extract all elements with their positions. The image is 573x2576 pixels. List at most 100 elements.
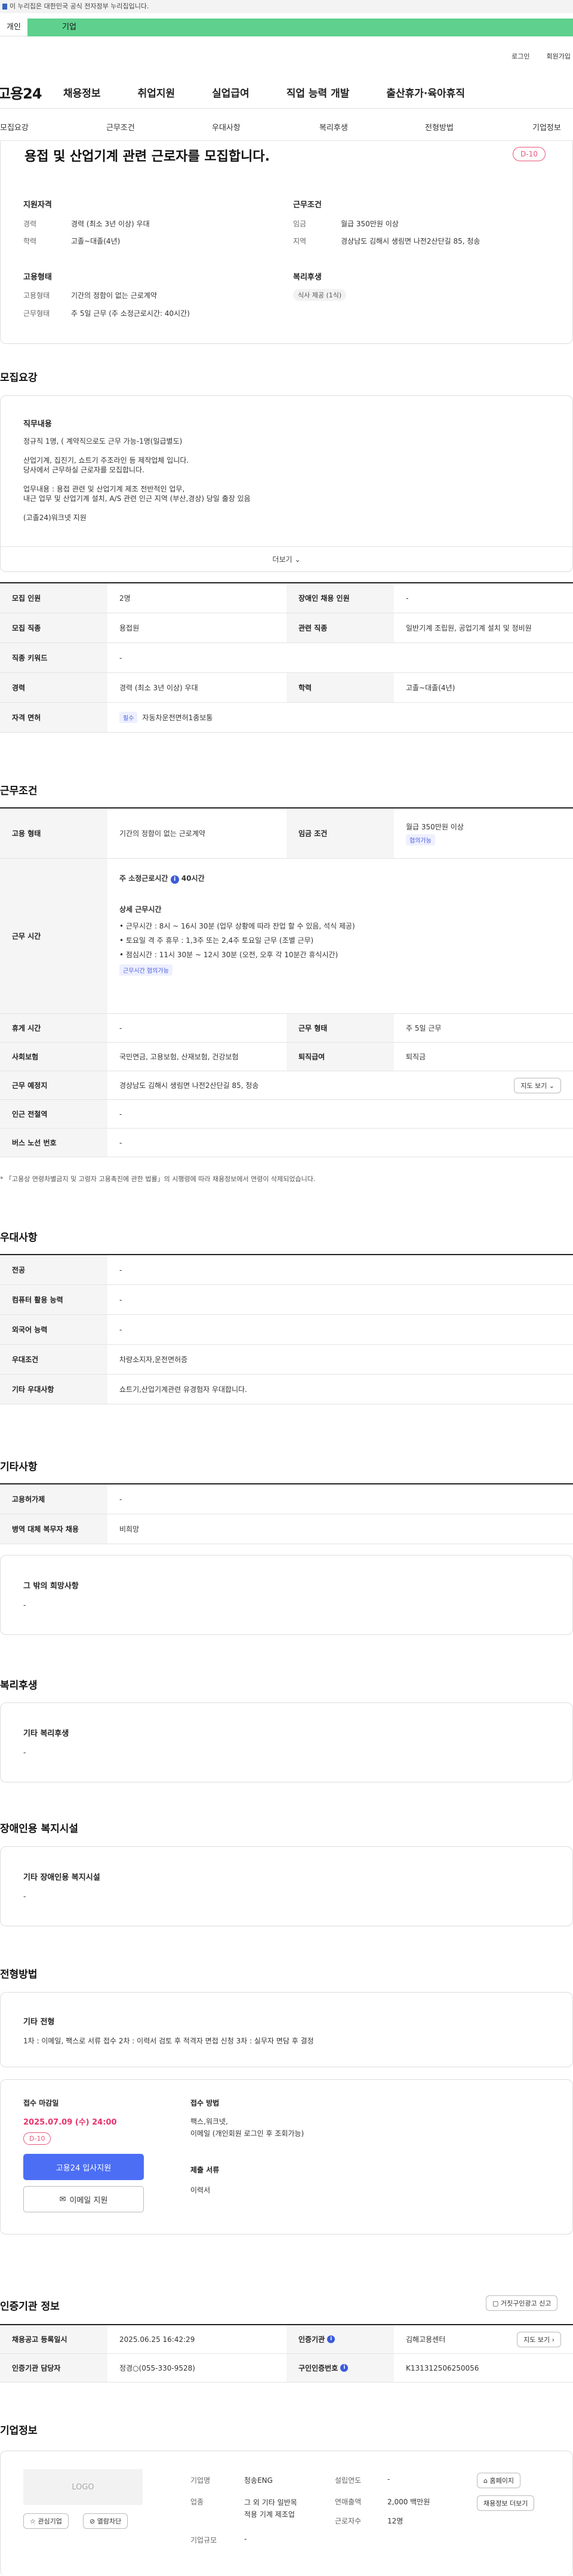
table-header-cell: 버스 노선 번호: [0, 1129, 107, 1157]
welfare-title: 복리후생: [293, 273, 322, 282]
global-nav: 고용24 채용정보 취업지원 실업급여 직업 능력 개발 출산휴가·육아휴직: [0, 76, 573, 109]
favorite-company-button[interactable]: ☆ 관심기업: [23, 2513, 69, 2529]
signup-link[interactable]: 회원가입: [547, 51, 571, 61]
company-name: 청송ENG: [244, 2476, 273, 2485]
recruit-table: 모집 인원 2명 장애인 채용 인원 - 모집 직종 용접원 관련 직종 일반기계 조립원,…: [0, 582, 573, 733]
table-row: 근무 예정지 경상남도 김해시 생림면 나전2산단길 85, 청송 지도 보기 ⌄: [0, 1071, 573, 1100]
table-header-cell: 인증기관 담당자: [0, 2354, 107, 2382]
subnav-pref[interactable]: 우대사항: [212, 121, 241, 133]
table-header-cell: 병역 대체 복무자 채용: [0, 1514, 107, 1544]
wage-label: 임금: [293, 220, 307, 228]
table-cell: 퇴직금: [406, 1053, 426, 1061]
employees-label: 근로자수: [335, 2517, 362, 2525]
table-header-cell: 채용공고 등록일시: [0, 2325, 107, 2353]
gnb-training[interactable]: 직업 능력 개발: [286, 85, 350, 100]
industry-value: 그 외 기타 일반목 적용 기계 제조업: [244, 2498, 297, 2519]
wage-value: 월급 350만원 이상: [406, 822, 464, 831]
pref-table: 전공 - 컴퓨터 활용 능력 - 외국어 능력 - 우대조건 차량소지자,운전면허증 기…: [0, 1254, 573, 1404]
subnav-company[interactable]: 기업정보: [532, 121, 561, 133]
gnb-leave[interactable]: 출산휴가·육아휴직: [386, 85, 465, 100]
more-jobs-button[interactable]: 채용정보 더보기: [477, 2495, 535, 2511]
emp-title: 고용형태: [23, 273, 52, 282]
homepage-button[interactable]: ⌂ 홈페이지: [477, 2473, 520, 2488]
table-row: 인근 전철역 -: [0, 1100, 573, 1129]
map-button[interactable]: 지도 보기 ⌄: [514, 1077, 561, 1093]
table-cell: K131312506250056: [406, 2363, 479, 2372]
company-name-label: 기업명: [190, 2476, 211, 2485]
gnb-unemployment[interactable]: 실업급여: [212, 85, 249, 100]
report-button[interactable]: ▢ 거짓구인광고 신고: [486, 2295, 558, 2311]
subnav-recruit[interactable]: 모집요강: [0, 121, 29, 133]
email-apply-button[interactable]: ✉ 이메일 지원: [23, 2186, 144, 2212]
info-icon[interactable]: i: [170, 875, 179, 884]
table-cell: -: [119, 1325, 122, 1334]
wage-value: 월급 350만원 이상: [341, 220, 399, 228]
table-cell: -: [119, 1295, 122, 1304]
login-link[interactable]: 로그인: [512, 51, 529, 61]
table-header-cell: 기타 우대사항: [0, 1375, 107, 1404]
dday-badge: D-10: [513, 147, 546, 161]
gnb-support[interactable]: 취업지원: [138, 85, 175, 100]
table-header-cell: 퇴직급여: [286, 1043, 394, 1071]
year-label: 설립연도: [335, 2476, 362, 2485]
block-company-button[interactable]: ⊘ 열람차단: [83, 2513, 128, 2529]
table-row: 우대조건 차량소지자,운전면허증: [0, 1345, 573, 1375]
apply-card: 접수 마감일 2025.07.09 (수) 24:00 D-10 고용24 입사…: [0, 2079, 573, 2234]
table-cell: 기간의 정함이 없는 근로계약: [119, 829, 205, 838]
apply-button[interactable]: 고용24 입사지원: [23, 2154, 144, 2180]
duty-line: 업무내용 : 용접 관련 및 산업기계 제조 전반적인 업무,: [23, 485, 185, 493]
etc-box: 그 밖의 희망사항 -: [0, 1555, 573, 1635]
table-cell: 비희망: [119, 1525, 140, 1533]
gnb-jobs[interactable]: 채용정보: [63, 85, 101, 100]
tab-personal[interactable]: 개인: [0, 19, 27, 36]
table-cell: 고졸~대졸(4년): [406, 684, 455, 692]
table-row: 기타 우대사항 쇼트기,산업기계관련 유경험자 우대합니다.: [0, 1375, 573, 1404]
site-logo[interactable]: 고용24: [0, 82, 63, 103]
table-row: 전공 -: [0, 1255, 573, 1285]
table-header-cell: 자격 면허: [0, 703, 107, 732]
block-icon: ⊘: [90, 2517, 96, 2525]
table-cell: 정경○(055-330-9528): [119, 2364, 195, 2372]
util-links: 로그인 회원가입: [0, 45, 573, 67]
etc-box-value: -: [23, 1601, 26, 1609]
summary-card: 용접 및 산업기계 관련 근로자를 모집합니다. D-10 지원자격 경력 경력…: [0, 141, 573, 344]
table-row: 고용 형태 기간의 정함이 없는 근로계약 임금 조건 월급 350만원 이상 협의가능: [0, 809, 573, 859]
duty-content: 정규직 1명, ( 계약직으로도 근무 가능-1명(일급별도) 산업기계, 집진…: [23, 436, 251, 522]
benefit-box-title: 기타 복리후생: [23, 1729, 69, 1738]
table-row: 외국어 능력 -: [0, 1315, 573, 1345]
table-header-cell: 우대조건: [0, 1345, 107, 1374]
table-cell: -: [119, 1495, 122, 1504]
edu-label: 학력: [23, 237, 37, 245]
duty-line: (고졸24)워크넷 지원: [23, 514, 87, 522]
process-box: 기타 전형 1차 : 이메일, 팩스로 서류 접수 2차 : 이력서 검토 후 …: [0, 1992, 573, 2067]
info-icon[interactable]: i: [327, 2335, 335, 2343]
benefit-box: 기타 복리후생 -: [0, 1702, 573, 1782]
wage-negotiable-badge: 협의가능: [406, 834, 435, 846]
license-value: 자동차운전면허1종보통: [142, 714, 213, 722]
info-icon[interactable]: i: [340, 2364, 349, 2372]
table-row: 경력 경력 (최소 3년 이상) 우대 학력 고졸~대졸(4년): [0, 673, 573, 703]
table-row: 근무 시간 주 소정근로시간 i 40시간 상세 근무시간 • 근무시간 : 8…: [0, 859, 573, 1014]
table-header-cell: 근무 시간: [0, 859, 107, 1013]
work-table: 고용 형태 기간의 정함이 없는 근로계약 임금 조건 월급 350만원 이상 협의가능…: [0, 807, 573, 1157]
disabled-box: 기타 장애인용 복지시설 -: [0, 1846, 573, 1926]
year-value: -: [387, 2475, 390, 2483]
table-row: 채용공고 등록일시 2025.06.25 16:42:29 인증기관 i 김해고용센터 지…: [0, 2325, 573, 2354]
table-cell: -: [119, 1265, 122, 1274]
pref-heading: 우대사항: [0, 1232, 38, 1244]
benefit-box-value: -: [23, 1748, 26, 1757]
work-type-value: 주 5일 근무 (주 소정근로시간: 40시간): [71, 309, 190, 318]
table-header-cell: 인근 전철역: [0, 1100, 107, 1128]
subnav-work[interactable]: 근무조건: [106, 121, 135, 133]
table-header-cell: 구인인증번호 i: [286, 2354, 394, 2382]
agency-map-button[interactable]: 지도 보기 ›: [517, 2331, 561, 2347]
required-badge: 필수: [119, 712, 138, 723]
sales-label: 연매출액: [335, 2498, 362, 2506]
tab-company[interactable]: 기업: [27, 19, 573, 36]
subnav-welfare[interactable]: 복리후생: [319, 121, 348, 133]
more-button[interactable]: 더보기 ⌄: [1, 546, 572, 571]
table-header-cell: 장애인 채용 인원: [286, 583, 394, 613]
table-header-cell: 임금 조건: [286, 809, 394, 858]
table-cell: 쇼트기,산업기계관련 유경험자 우대합니다.: [119, 1385, 247, 1394]
subnav-process[interactable]: 전형방법: [425, 121, 454, 133]
